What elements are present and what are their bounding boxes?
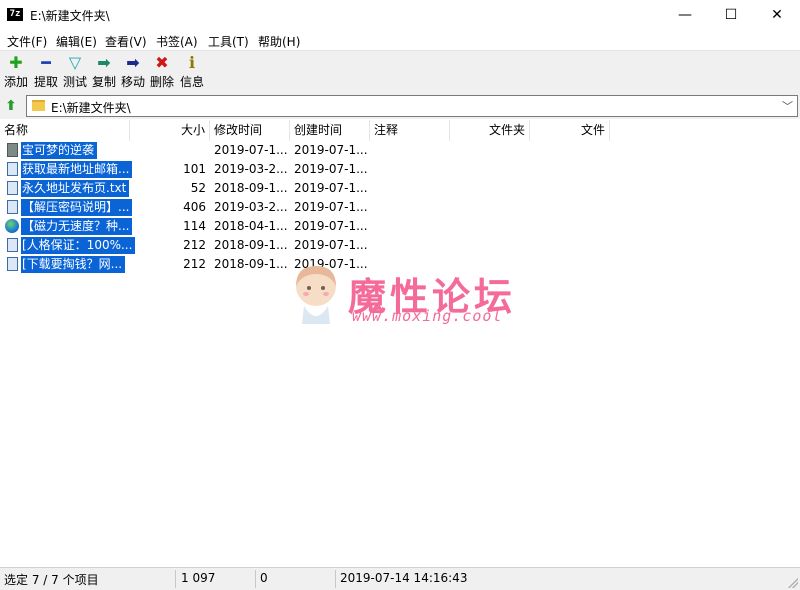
col-name[interactable]: 名称 (0, 120, 130, 141)
file-created: 2019-07-1... (294, 143, 368, 157)
add-icon: ✚ (9, 53, 23, 72)
file-icon (7, 181, 18, 195)
extract-button[interactable]: ━ 提取 (32, 53, 60, 91)
file-size: 101 (183, 162, 206, 176)
status-datetime: 2019-07-14 14:16:43 (340, 571, 468, 585)
chevron-down-icon[interactable]: ﹀ (782, 98, 793, 114)
file-name: 获取最新地址邮箱... (21, 161, 133, 178)
move-button[interactable]: ➡ 移动 (119, 53, 147, 91)
file-row[interactable]: 【解压密码说明】... 406 2019-03-2... 2019-07-1..… (0, 198, 800, 217)
file-created: 2019-07-1... (294, 162, 368, 176)
add-button[interactable]: ✚ 添加 (2, 53, 30, 91)
menu-help[interactable]: 帮助(H) (258, 33, 300, 50)
file-size: 212 (183, 257, 206, 271)
test-button[interactable]: ▽ 测试 (61, 53, 89, 91)
delete-button[interactable]: ✖ 删除 (148, 53, 176, 91)
file-modified: 2019-03-2... (214, 200, 288, 214)
watermark: 魔性论坛 www.moxing.cool (290, 262, 520, 332)
file-created: 2019-07-1... (294, 238, 368, 252)
file-size: 52 (190, 181, 206, 195)
info-button[interactable]: ℹ 信息 (178, 53, 206, 91)
file-name: 永久地址发布页.txt (21, 180, 130, 197)
file-created: 2019-07-1... (294, 181, 368, 195)
file-row[interactable]: [人格保证：100%... 212 2018-09-1... 2019-07-1… (0, 236, 800, 255)
status-size: 1 097 (181, 571, 216, 585)
menu-bookmarks[interactable]: 书签(A) (156, 33, 198, 50)
close-button[interactable]: ✕ (754, 0, 800, 30)
toolbar: ✚ 添加 ━ 提取 ▽ 测试 ➡ 复制 ➡ 移动 ✖ 删除 ℹ 信息 (0, 50, 800, 94)
info-label: 信息 (179, 75, 204, 89)
file-row[interactable]: 【磁力无速度？种... 114 2018-04-1... 2019-07-1..… (0, 217, 800, 236)
menu-bar: 文件(F) 编辑(E) 查看(V) 书签(A) 工具(T) 帮助(H) (0, 30, 800, 50)
file-size: 212 (183, 238, 206, 252)
file-row[interactable]: 获取最新地址邮箱... 101 2019-03-2... 2019-07-1..… (0, 160, 800, 179)
file-modified: 2019-03-2... (214, 162, 288, 176)
test-icon: ▽ (68, 53, 82, 72)
title-bar: 7z E:\新建文件夹\ — ☐ ✕ (0, 0, 800, 31)
file-name: 【解压密码说明】... (21, 199, 133, 216)
file-name: 宝可梦的逆袭 (21, 142, 98, 159)
resize-grip-icon[interactable] (788, 578, 798, 588)
file-size (130, 141, 206, 160)
menu-file[interactable]: 文件(F) (7, 33, 47, 50)
status-bar: 选定 7 / 7 个项目 1 097 0 2019-07-14 14:16:43 (0, 567, 800, 590)
app-7zip-icon: 7z (7, 8, 23, 21)
status-divider (255, 570, 256, 588)
watermark-girl-icon (296, 266, 336, 324)
column-header: 名称 大小 修改时间 创建时间 注释 文件夹 文件 (0, 120, 800, 141)
status-count: 0 (260, 571, 268, 585)
folder-icon (7, 143, 18, 157)
col-files[interactable]: 文件 (530, 120, 610, 141)
window-title: E:\新建文件夹\ (30, 9, 110, 23)
file-modified: 2018-04-1... (214, 219, 288, 233)
file-size: 114 (183, 219, 206, 233)
globe-icon (5, 219, 19, 233)
col-created[interactable]: 创建时间 (290, 120, 370, 141)
file-row[interactable]: 宝可梦的逆袭 2019-07-1... 2019-07-1... (0, 141, 800, 160)
file-created: 2019-07-1... (294, 200, 368, 214)
status-divider (335, 570, 336, 588)
status-selection: 选定 7 / 7 个项目 (4, 573, 99, 587)
file-icon (7, 200, 18, 214)
file-modified: 2018-09-1... (214, 257, 288, 271)
file-name: [人格保证：100%... (21, 237, 136, 254)
col-folders[interactable]: 文件夹 (450, 120, 530, 141)
folder-icon (32, 100, 45, 111)
info-icon: ℹ (188, 53, 196, 72)
delete-icon: ✖ (155, 53, 169, 72)
up-folder-icon[interactable]: ⬆ (2, 97, 20, 115)
move-icon: ➡ (126, 53, 140, 72)
menu-tools[interactable]: 工具(T) (208, 33, 249, 50)
menu-view[interactable]: 查看(V) (105, 33, 147, 50)
copy-icon: ➡ (97, 53, 111, 72)
watermark-url: www.moxing.cool (352, 307, 503, 325)
file-modified: 2019-07-1... (214, 143, 288, 157)
menu-edit[interactable]: 编辑(E) (56, 33, 97, 50)
file-size: 406 (183, 200, 206, 214)
file-icon (7, 162, 18, 176)
minimize-button[interactable]: — (662, 0, 708, 30)
col-size[interactable]: 大小 (130, 120, 210, 141)
file-icon (7, 257, 18, 271)
file-row[interactable]: 永久地址发布页.txt 52 2018-09-1... 2019-07-1... (0, 179, 800, 198)
file-created: 2019-07-1... (294, 219, 368, 233)
col-modified[interactable]: 修改时间 (210, 120, 290, 141)
file-icon (7, 238, 18, 252)
path-text: E:\新建文件夹\ (51, 101, 131, 115)
file-name: 【磁力无速度？种... (21, 218, 133, 235)
col-comment[interactable]: 注释 (370, 120, 450, 141)
copy-button[interactable]: ➡ 复制 (90, 53, 118, 91)
status-divider (175, 570, 176, 588)
file-modified: 2018-09-1... (214, 181, 288, 195)
file-name: [下载要掏钱？网... (21, 256, 126, 273)
maximize-button[interactable]: ☐ (708, 0, 754, 30)
address-bar: ⬆ E:\新建文件夹\ ﹀ (0, 93, 800, 119)
path-combobox[interactable]: E:\新建文件夹\ ﹀ (26, 95, 798, 117)
file-modified: 2018-09-1... (214, 238, 288, 252)
extract-icon: ━ (41, 53, 51, 72)
